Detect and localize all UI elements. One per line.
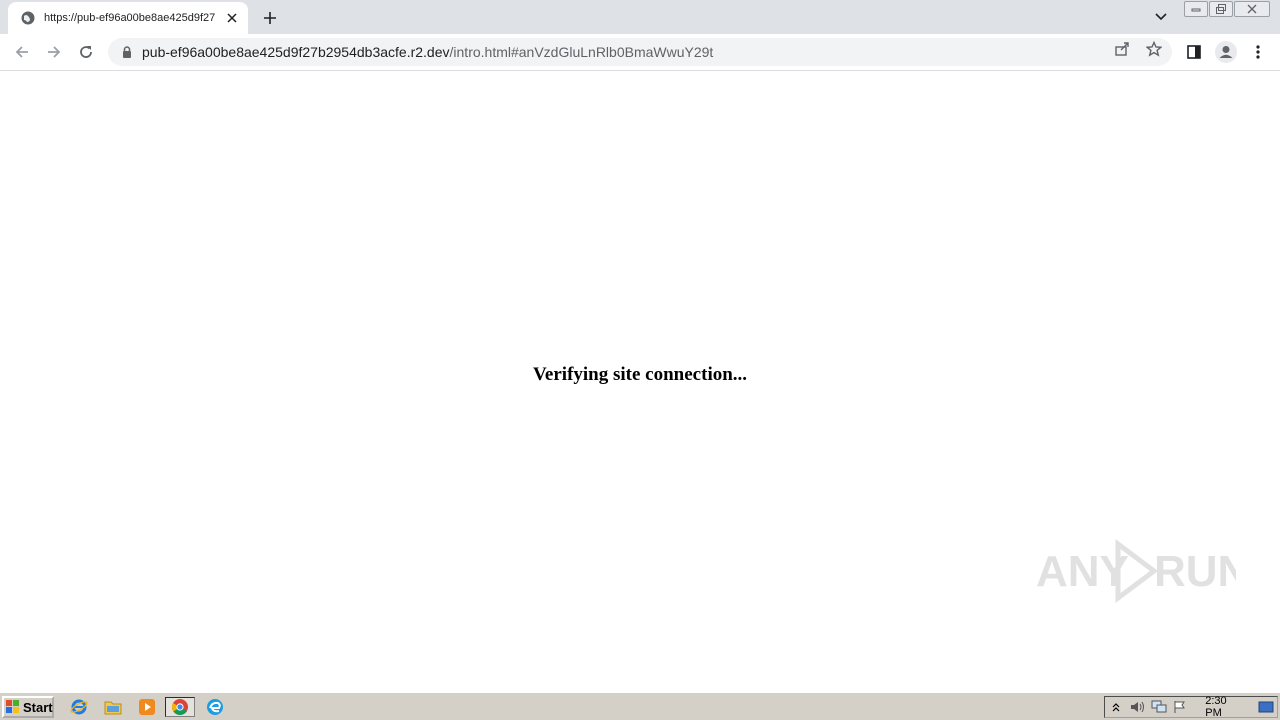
browser-toolbar: pub-ef96a00be8ae425d9f27b2954db3acfe.r2.… xyxy=(0,34,1280,71)
close-window-button[interactable] xyxy=(1234,1,1270,17)
restore-button[interactable] xyxy=(1209,1,1233,17)
show-hidden-icons-chevron-icon[interactable] xyxy=(1105,698,1127,716)
tab-title: https://pub-ef96a00be8ae425d9f27 xyxy=(44,12,216,24)
globe-icon xyxy=(20,10,36,26)
chrome-taskbar-icon[interactable] xyxy=(165,697,195,717)
new-tab-button[interactable] xyxy=(258,6,282,30)
lock-icon[interactable] xyxy=(120,45,134,59)
tab-close-icon[interactable] xyxy=(224,10,240,26)
svg-text:ANY: ANY xyxy=(1036,547,1129,596)
url-host: pub-ef96a00be8ae425d9f27b2954db3acfe.r2.… xyxy=(142,44,450,60)
volume-icon[interactable] xyxy=(1127,698,1149,716)
minimize-button[interactable] xyxy=(1184,1,1208,17)
clock[interactable]: 2:30 PM xyxy=(1205,695,1245,719)
tab-search-chevron-icon[interactable] xyxy=(1150,6,1172,28)
side-panel-icon[interactable] xyxy=(1181,39,1207,65)
file-explorer-icon[interactable] xyxy=(102,697,124,717)
anyrun-watermark-logo: ANY RUN xyxy=(1036,539,1236,603)
media-player-icon[interactable] xyxy=(136,697,158,717)
windows-logo-icon xyxy=(6,700,20,714)
action-center-flag-icon[interactable] xyxy=(1170,698,1192,716)
url-path: /intro.html#anVzdGluLnRlb0BmaWwuY29t xyxy=(449,44,714,60)
bookmark-star-icon[interactable] xyxy=(1145,40,1163,58)
internet-explorer-icon[interactable] xyxy=(68,697,90,717)
menu-kebab-icon[interactable] xyxy=(1245,39,1271,65)
back-button[interactable] xyxy=(9,39,35,65)
reload-button[interactable] xyxy=(73,39,99,65)
network-icon[interactable] xyxy=(1148,698,1170,716)
address-bar[interactable]: pub-ef96a00be8ae425d9f27b2954db3acfe.r2.… xyxy=(108,38,1172,66)
verification-message: Verifying site connection... xyxy=(532,364,748,385)
share-icon[interactable] xyxy=(1113,40,1131,58)
svg-text:RUN: RUN xyxy=(1154,547,1236,596)
forward-button[interactable] xyxy=(41,39,67,65)
browser-tab[interactable]: https://pub-ef96a00be8ae425d9f27 xyxy=(8,2,248,34)
edge-icon[interactable] xyxy=(204,697,226,717)
system-tray: 2:30 PM xyxy=(1104,695,1278,719)
taskbar: Start 2:30 PM xyxy=(0,692,1280,720)
tab-strip: https://pub-ef96a00be8ae425d9f27 xyxy=(0,0,1280,34)
profile-avatar-icon[interactable] xyxy=(1213,39,1239,65)
url-text: pub-ef96a00be8ae425d9f27b2954db3acfe.r2.… xyxy=(142,44,713,60)
show-desktop-icon[interactable] xyxy=(1255,698,1277,716)
start-label: Start xyxy=(23,699,53,715)
start-button[interactable]: Start xyxy=(2,696,54,718)
